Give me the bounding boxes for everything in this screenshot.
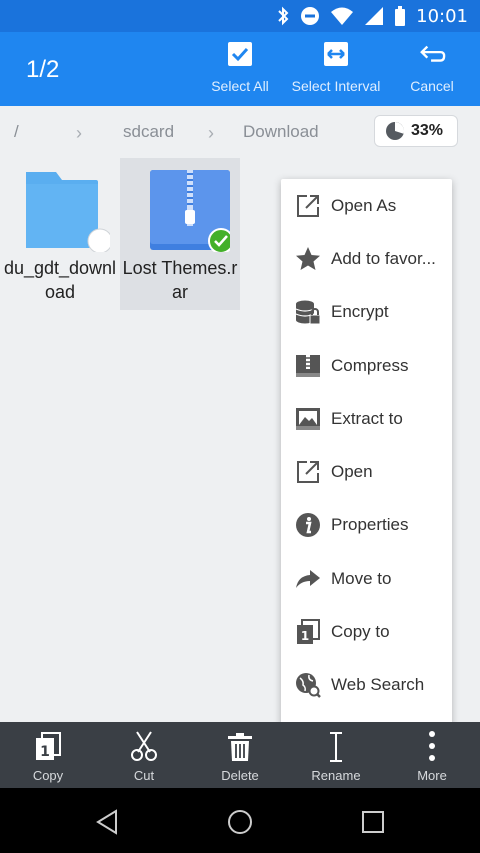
breadcrumb-root[interactable]: / — [14, 122, 19, 142]
compress-icon — [295, 353, 321, 379]
wifi-icon — [331, 7, 354, 25]
file-name: Lost Themes.rar — [122, 258, 238, 302]
menu-item-open-as[interactable]: Open As — [281, 179, 452, 232]
menu-item-add-to-favorites[interactable]: Add to favor... — [281, 232, 452, 285]
signal-icon — [365, 7, 384, 25]
context-menu: Open As Add to favor... Encrypt Compress… — [281, 179, 452, 727]
svg-text:1: 1 — [301, 629, 309, 643]
recents-button[interactable] — [343, 802, 403, 842]
delete-button[interactable]: Delete — [192, 722, 288, 788]
star-icon — [295, 246, 321, 272]
chevron-right-icon: › — [76, 123, 82, 143]
select-interval-button[interactable]: Select Interval — [281, 40, 391, 94]
bottom-action-bar: 1 Copy Cut Delete Rename More — [0, 722, 480, 788]
extract-icon — [295, 406, 321, 432]
folder-icon — [26, 172, 110, 252]
bluetooth-icon — [278, 6, 289, 26]
rename-button[interactable]: Rename — [288, 722, 384, 788]
clock: 10:01 — [416, 5, 468, 27]
file-item-du-gdt-download[interactable]: du_gdt_download — [0, 162, 120, 304]
menu-item-compress[interactable]: Compress — [281, 339, 452, 392]
open-external-icon — [295, 193, 321, 219]
text-cursor-icon — [326, 722, 346, 762]
copy-icon: 1 — [34, 722, 62, 762]
select-all-button[interactable]: Select All — [185, 40, 295, 94]
file-name: du_gdt_download — [3, 258, 117, 302]
cut-button[interactable]: Cut — [96, 722, 192, 788]
status-icons: 10:01 — [276, 0, 468, 32]
trash-icon — [227, 722, 253, 762]
cancel-button[interactable]: Cancel — [377, 40, 480, 94]
cancel-label: Cancel — [410, 78, 454, 94]
status-bar: 10:01 — [0, 0, 480, 32]
menu-item-open[interactable]: Open — [281, 445, 452, 498]
info-icon — [295, 512, 321, 538]
chevron-right-icon: › — [208, 123, 214, 143]
do-not-disturb-icon — [301, 7, 320, 25]
select-interval-label: Select Interval — [291, 78, 381, 94]
copy-icon: 1 — [295, 619, 321, 645]
archive-icon — [150, 170, 230, 252]
return-icon — [418, 40, 446, 68]
select-all-label: Select All — [211, 78, 269, 94]
home-button[interactable] — [210, 802, 270, 842]
breadcrumb-sdcard[interactable]: sdcard — [123, 122, 174, 142]
more-button[interactable]: More — [384, 722, 480, 788]
share-arrow-icon — [295, 566, 321, 592]
battery-icon — [395, 6, 406, 26]
menu-item-extract-to[interactable]: Extract to — [281, 392, 452, 445]
home-circle-icon — [228, 810, 252, 834]
select-all-icon — [226, 40, 254, 68]
storage-usage-badge[interactable]: 33% — [374, 115, 458, 147]
selection-count: 1/2 — [26, 56, 60, 83]
lock-database-icon — [295, 299, 321, 325]
pie-chart-icon — [386, 121, 405, 140]
back-button[interactable] — [77, 802, 137, 842]
globe-search-icon — [295, 672, 321, 699]
select-interval-icon — [322, 40, 350, 68]
menu-item-encrypt[interactable]: Encrypt — [281, 286, 452, 339]
storage-percent: 33% — [411, 122, 444, 139]
recents-square-icon — [362, 811, 384, 833]
copy-button[interactable]: 1 Copy — [0, 722, 96, 788]
menu-item-web-search[interactable]: Web Search — [281, 659, 452, 712]
menu-item-copy-to[interactable]: 1 Copy to — [281, 605, 452, 658]
more-vertical-icon — [428, 722, 436, 762]
open-external-icon — [295, 459, 321, 485]
menu-item-move-to[interactable]: Move to — [281, 552, 452, 605]
svg-text:1: 1 — [40, 744, 50, 760]
scissors-icon — [130, 722, 158, 762]
breadcrumb-download[interactable]: Download — [243, 122, 319, 142]
system-navigation-bar — [0, 788, 480, 853]
file-item-lost-themes-rar[interactable]: Lost Themes.rar — [120, 158, 240, 310]
selection-toolbar: 1/2 Select All Select Interval Cancel — [0, 32, 480, 106]
back-triangle-icon — [96, 809, 117, 835]
menu-item-properties[interactable]: Properties — [281, 499, 452, 552]
